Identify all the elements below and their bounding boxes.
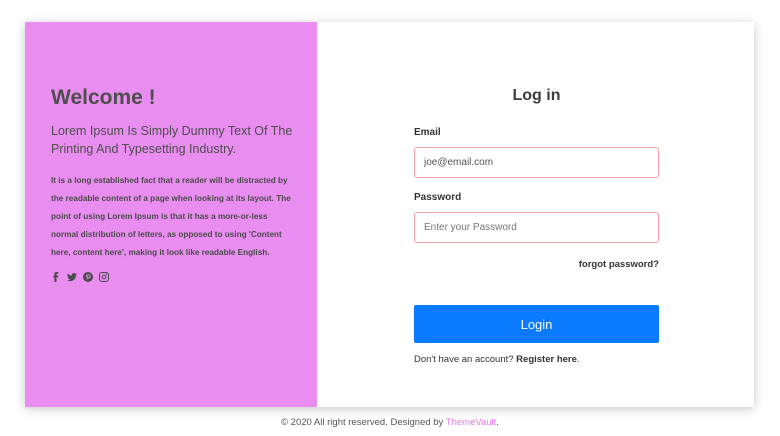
login-card: Welcome ! Lorem Ipsum Is Simply Dummy Te…: [25, 22, 754, 407]
welcome-tagline: Lorem Ipsum Is Simply Dummy Text Of The …: [51, 124, 293, 156]
login-button[interactable]: Login: [414, 305, 659, 343]
social-links: [51, 270, 295, 284]
signup-period: .: [576, 354, 580, 365]
footer-brand-link[interactable]: ThemeVault: [446, 417, 497, 428]
forgot-password-link[interactable]: forgot password?: [414, 259, 659, 270]
signup-prompt: Don't have an account? Register here.: [414, 354, 659, 365]
email-label: Email: [414, 127, 441, 138]
email-field[interactable]: [414, 147, 659, 178]
footer: © 2020 All right reserved. Designed by T…: [0, 417, 780, 428]
pinterest-icon[interactable]: [83, 271, 93, 283]
password-label: Password: [414, 192, 462, 203]
login-title: Log in: [512, 87, 561, 104]
facebook-icon[interactable]: [51, 271, 61, 283]
footer-period: .: [496, 417, 499, 428]
welcome-description: It is a long established fact that a rea…: [51, 176, 291, 257]
login-panel: Log in Email Password forgot password? L…: [317, 22, 754, 407]
welcome-panel: Welcome ! Lorem Ipsum Is Simply Dummy Te…: [25, 22, 317, 407]
signup-text: Don't have an account?: [414, 354, 514, 365]
instagram-icon[interactable]: [99, 271, 109, 283]
register-link[interactable]: Register here: [516, 354, 577, 365]
login-form: Log in Email Password forgot password? L…: [414, 87, 659, 365]
footer-copyright: © 2020 All right reserved. Designed by: [281, 417, 444, 428]
password-field[interactable]: [414, 212, 659, 243]
twitter-icon[interactable]: [67, 271, 77, 283]
welcome-heading: Welcome !: [51, 86, 156, 109]
